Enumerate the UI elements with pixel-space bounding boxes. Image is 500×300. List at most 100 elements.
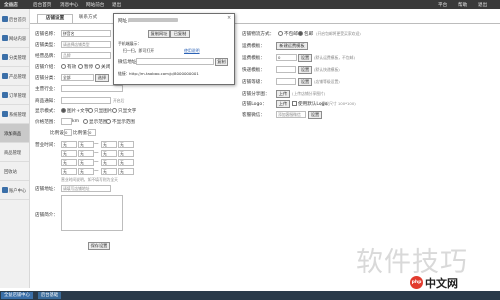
description-textarea[interactable] xyxy=(61,195,123,231)
r4-set-button[interactable]: 设置 xyxy=(298,66,312,74)
r4-hint: (默认快递模板) xyxy=(314,67,340,72)
close-icon[interactable]: × xyxy=(227,15,231,21)
time-select[interactable]: 无 xyxy=(101,150,117,157)
r5-label: 店铺等级： xyxy=(242,80,265,85)
price-radio-1[interactable]: 显示范围 xyxy=(83,119,107,125)
r1-radio-2[interactable]: 包邮 xyxy=(298,31,313,37)
time-select[interactable]: 无 xyxy=(118,168,134,175)
top-link-4[interactable]: 退出 xyxy=(112,2,121,8)
show-radio-3[interactable]: 只显文字 xyxy=(112,108,136,114)
r7-upload-button[interactable]: 上传 xyxy=(276,100,290,108)
top-right-1[interactable]: 平台 xyxy=(438,2,447,8)
type-input[interactable]: 请选择店铺类型 xyxy=(61,41,111,48)
r3-label: 运费模板： xyxy=(242,56,265,61)
sidebar-item-label: 回收站 xyxy=(4,170,17,175)
bottom-tab-shop-center[interactable]: 全益店铺中心 xyxy=(1,292,33,299)
r6-hint: (上传店铺分享图片) xyxy=(292,91,326,96)
top-link-2[interactable]: 消息中心 xyxy=(60,2,78,8)
time-select[interactable]: 无 xyxy=(78,168,94,175)
price-input[interactable] xyxy=(61,118,72,125)
time-select[interactable]: 无 xyxy=(101,141,117,148)
time-select[interactable]: 无 xyxy=(61,168,77,175)
wechat-url-input[interactable] xyxy=(136,58,214,65)
price-radio-2[interactable]: 不显示范围 xyxy=(106,119,135,125)
sidebar-item-label: 系统管理 xyxy=(9,113,27,118)
category-select[interactable]: 全部 xyxy=(61,74,94,81)
express-input[interactable] xyxy=(276,66,296,73)
time-select[interactable]: 无 xyxy=(61,159,77,166)
popup-link-url[interactable]: http://m.taobao.com/p/8000000001 xyxy=(129,71,199,76)
sidebar-item-goods[interactable]: 商品管理 xyxy=(0,143,29,162)
status-radio-3[interactable]: 关闭 xyxy=(95,64,110,70)
show-radio-2[interactable]: 只显图片 xyxy=(88,108,112,114)
bottom-tab-base[interactable]: 后台基础 xyxy=(38,292,62,299)
time-select[interactable]: 无 xyxy=(78,150,94,157)
top-link-3[interactable]: 网站前台 xyxy=(86,2,104,8)
copied-button[interactable]: 已复制 xyxy=(170,30,190,38)
top-right-2[interactable]: 帮助 xyxy=(458,2,467,8)
tab-shop-settings[interactable]: 店铺设置 xyxy=(37,14,73,23)
wechat-copy-button[interactable]: 复制 xyxy=(215,58,228,66)
ratio-input-1[interactable]: 0 xyxy=(64,129,72,136)
r4-label: 快递模板： xyxy=(242,68,265,73)
service-wechat-input[interactable]: 添加客服微信 xyxy=(276,111,306,118)
status-radio-1[interactable]: 有效 xyxy=(61,64,76,70)
shop-name-value: 拼音名 xyxy=(63,31,75,36)
seller-label: 店铺分类： xyxy=(35,76,58,81)
freight-select[interactable]: 0 xyxy=(276,54,297,61)
time-select[interactable]: 无 xyxy=(61,141,77,148)
r1-radio-1[interactable]: 不包邮 xyxy=(278,31,298,37)
popup-row4-label: 链接： xyxy=(118,71,130,76)
tab-contact[interactable]: 联系方式 xyxy=(73,14,103,22)
time-sep: — xyxy=(94,142,99,147)
r8-set-button[interactable]: 设置 xyxy=(308,111,322,119)
address-label: 店铺地址： xyxy=(35,187,58,192)
sidebar-item-system[interactable]: 系统管理 xyxy=(0,105,29,124)
r3-set-button[interactable]: 设置 xyxy=(298,54,312,62)
top-right-3[interactable]: 退出 xyxy=(478,2,487,8)
copy-url-button[interactable]: 复制网址 xyxy=(148,30,170,38)
brand-input[interactable]: 品牌 xyxy=(61,52,111,59)
sidebar-item-home[interactable]: 后台首页 xyxy=(0,10,29,29)
watermark-text: 软件技巧 xyxy=(356,247,468,278)
sidebar-item-add-goods[interactable]: 添加商品 xyxy=(0,124,29,143)
time-sep: — xyxy=(94,169,99,174)
time-select[interactable]: 无 xyxy=(118,150,134,157)
notice-label: 商品通知： xyxy=(35,99,58,104)
sidebar-item-product[interactable]: 产品管理 xyxy=(0,67,29,86)
sidebar-item-category[interactable]: 分类管理 xyxy=(0,48,29,67)
popup-help-link[interactable]: 使用说明 xyxy=(184,48,200,54)
r7-label: 店铺Logo： xyxy=(242,102,267,107)
sidebar-item-orders[interactable]: 订单管理 xyxy=(0,86,29,105)
time-select[interactable]: 无 xyxy=(61,150,77,157)
r7-hint: (建议尺寸 100*100) xyxy=(320,101,356,106)
time-select[interactable]: 无 xyxy=(78,141,94,148)
sidebar-item-recycle[interactable]: 回收站 xyxy=(0,162,29,181)
time-select[interactable]: 无 xyxy=(101,168,117,175)
ratio-input-2[interactable]: 0 xyxy=(88,129,96,136)
industry-input[interactable] xyxy=(61,85,123,92)
category-select-button[interactable]: 选择 xyxy=(95,74,109,82)
r1-hint: (开启包邮将更受买家欢迎) xyxy=(316,31,361,36)
r6-upload-button[interactable]: 上传 xyxy=(276,90,290,98)
save-button[interactable]: 保存设置 xyxy=(88,242,110,250)
new-freight-template-button[interactable]: 新建运费模板 xyxy=(276,42,308,50)
box-icon xyxy=(2,73,8,79)
time-select[interactable]: 无 xyxy=(78,159,94,166)
notice-input[interactable] xyxy=(61,97,111,104)
shop-name-input[interactable]: 拼音名 xyxy=(61,30,111,37)
level-input[interactable] xyxy=(276,78,296,85)
time-select[interactable]: 无 xyxy=(118,159,134,166)
time-select[interactable]: 无 xyxy=(101,159,117,166)
time-select[interactable]: 无 xyxy=(118,141,134,148)
status-radio-2[interactable]: 暂停 xyxy=(78,64,93,70)
r5-set-button[interactable]: 设置 xyxy=(298,78,312,86)
sidebar-item-account[interactable]: 账户中心 xyxy=(0,181,29,200)
time-sep: — xyxy=(94,160,99,165)
sidebar-item-content[interactable]: 网站内容 xyxy=(0,29,29,48)
show-radio-1[interactable]: 图片+文字 xyxy=(61,108,89,114)
address-input[interactable]: 请填写店铺地址 xyxy=(61,185,111,192)
popup-row2-label: 手机端展示： xyxy=(118,41,142,46)
top-link-1[interactable]: 后台首页 xyxy=(33,2,51,8)
time-sep: — xyxy=(94,151,99,156)
